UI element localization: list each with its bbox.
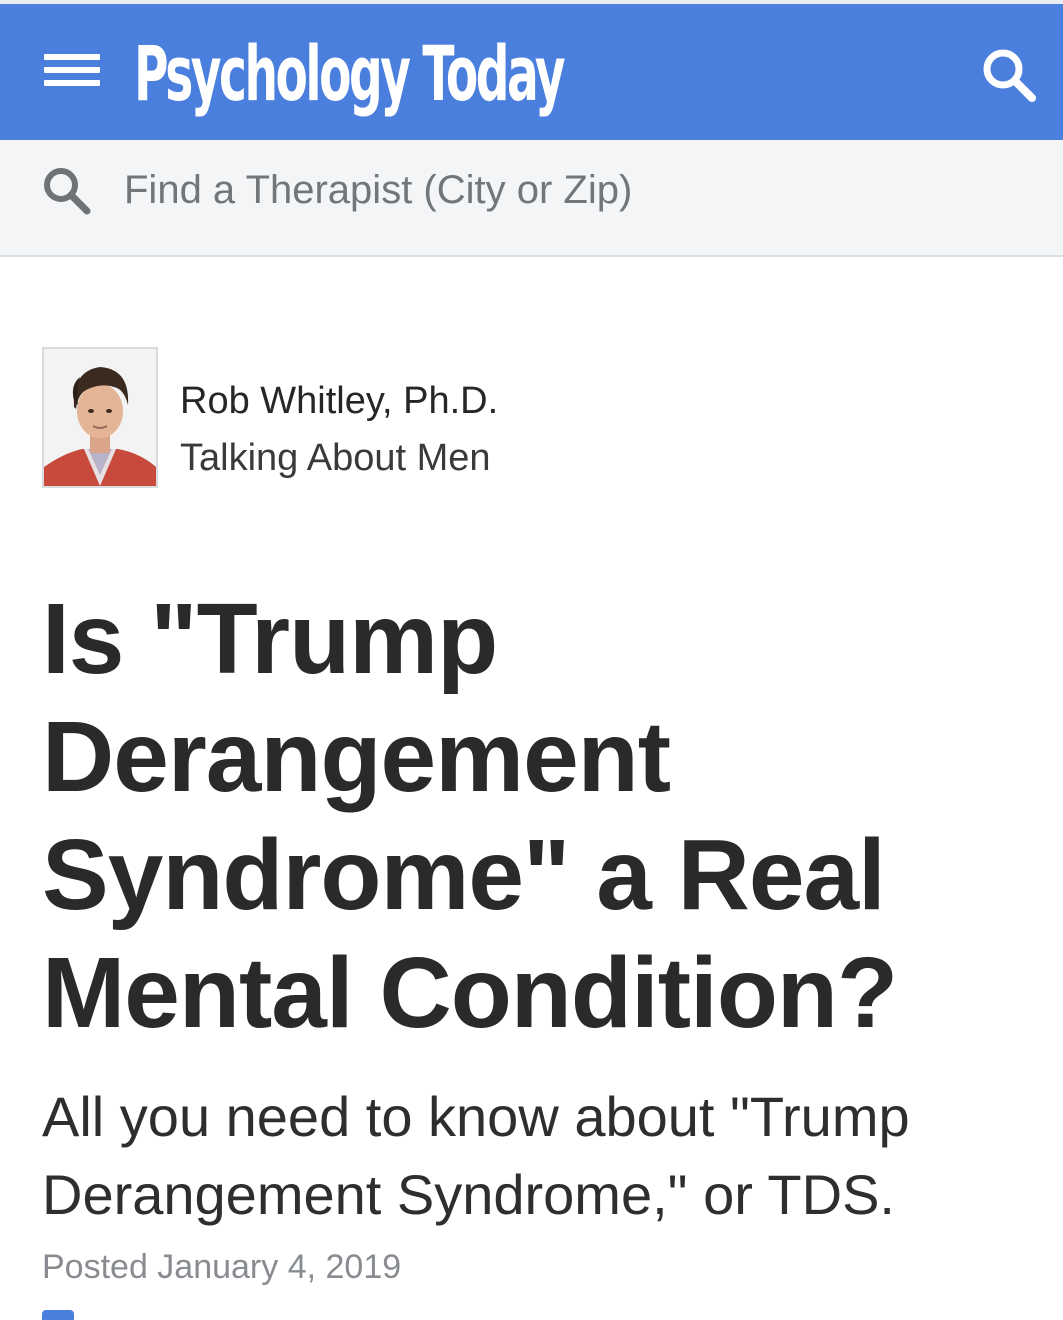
menu-line [44, 67, 100, 73]
search-icon [44, 168, 91, 215]
menu-line [44, 80, 100, 86]
blog-name[interactable]: Talking About Men [180, 437, 491, 480]
article-title: Is "Trump Derangement Syndrome" a Real M… [42, 583, 898, 1049]
author-photo [44, 349, 156, 486]
posted-date: Posted January 4, 2019 [42, 1248, 402, 1286]
find-therapist-input[interactable] [124, 160, 1024, 220]
menu-line [44, 54, 100, 60]
top-navbar: Psychology Today [0, 0, 1063, 140]
author-avatar[interactable] [42, 347, 158, 488]
author-name[interactable]: Rob Whitley, Ph.D. [180, 380, 498, 423]
share-icon[interactable] [42, 1310, 74, 1320]
article-subtitle: All you need to know about "Trump Derang… [42, 1085, 910, 1226]
search-icon[interactable] [978, 44, 1038, 104]
hamburger-menu-icon[interactable] [44, 50, 100, 90]
brand-logo[interactable]: Psychology Today [134, 26, 566, 122]
